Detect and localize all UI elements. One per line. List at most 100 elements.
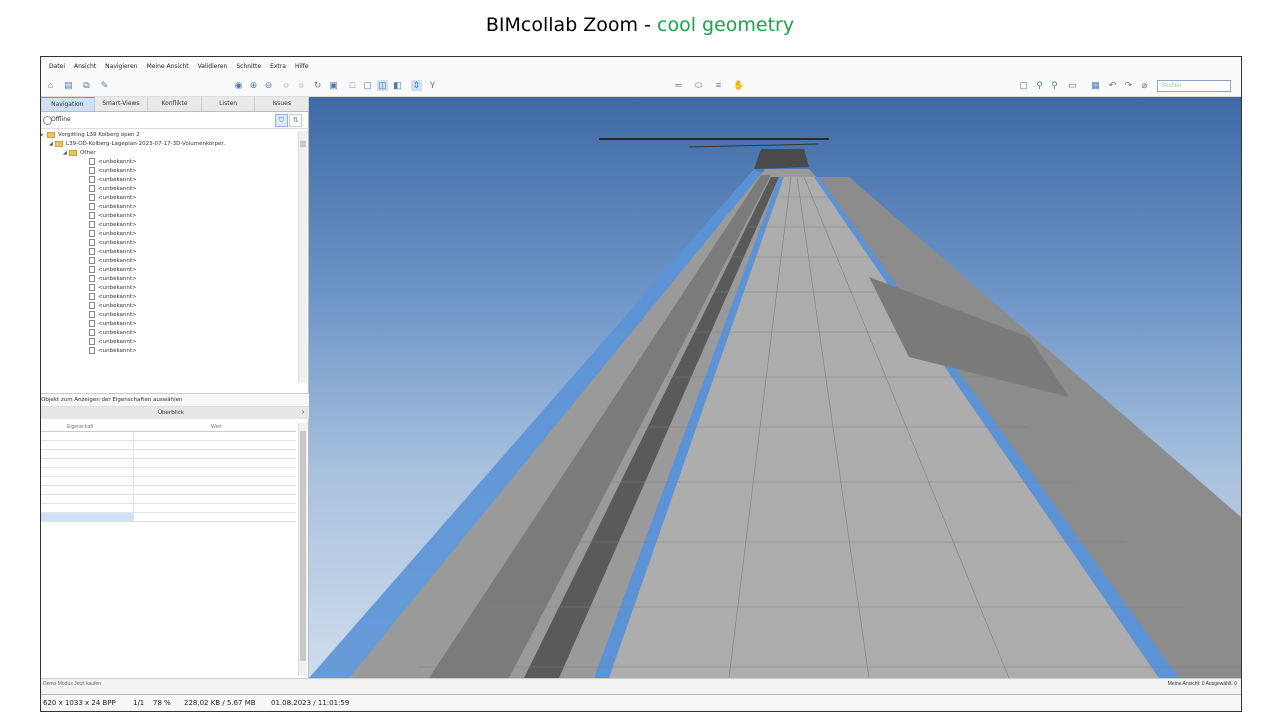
copy-view-icon[interactable]: ▢ <box>362 80 373 91</box>
tree-item[interactable]: <unbekannt> <box>89 167 137 176</box>
tab-listen[interactable]: Listen <box>202 97 256 111</box>
table-row[interactable] <box>41 486 296 495</box>
tree-item[interactable]: <unbekannt> <box>89 275 137 284</box>
tree-scroll-thumb[interactable] <box>300 141 306 147</box>
brush-icon[interactable]: ✎ <box>99 80 110 91</box>
branch-icon[interactable]: Y <box>427 80 438 91</box>
menu-datei[interactable]: Datei <box>49 63 65 70</box>
tree-item[interactable]: <unbekannt> <box>89 257 137 266</box>
line-style-icon[interactable]: ═ <box>673 80 684 91</box>
chevron-right-icon[interactable]: › <box>297 407 309 419</box>
undo-icon[interactable]: ↶ <box>1107 80 1118 91</box>
table-row[interactable] <box>41 477 296 486</box>
color-icon[interactable]: ≡ <box>713 80 724 91</box>
tab-issues[interactable]: Issues <box>255 97 309 111</box>
tree-project[interactable]: ▸ Vorgitting L39 Kolberg open 2 <box>41 131 140 140</box>
table-row[interactable] <box>41 468 296 477</box>
tree-item[interactable]: <unbekannt> <box>89 239 137 248</box>
tab-navigation[interactable]: Navigation <box>41 97 95 111</box>
tree-item[interactable]: <unbekannt> <box>89 230 137 239</box>
pan-icon[interactable]: ○ <box>296 80 307 91</box>
table-row[interactable] <box>41 495 296 504</box>
tree-item[interactable]: <unbekannt> <box>89 329 137 338</box>
properties-scrollbar[interactable] <box>298 423 307 676</box>
tree-item-label: <unbekannt> <box>98 213 137 219</box>
section-icon[interactable]: ◫ <box>377 80 388 91</box>
tree-item[interactable]: <unbekannt> <box>89 293 137 302</box>
zoom-out-icon[interactable]: ⊖ <box>263 80 274 91</box>
menu-validieren[interactable]: Validieren <box>198 63 228 70</box>
tree-item-label: <unbekannt> <box>98 177 137 183</box>
frame-icon[interactable]: ▢ <box>1018 80 1029 91</box>
tree-filter-icon[interactable]: ⛉ <box>275 114 288 127</box>
document-icon <box>89 311 95 318</box>
tree-item[interactable]: <unbekannt> <box>89 266 137 275</box>
menu-meine-ansicht[interactable]: Meine Ansicht <box>147 63 189 70</box>
tree-item[interactable]: <unbekannt> <box>89 302 137 311</box>
view-cube-icon[interactable]: ▣ <box>328 80 339 91</box>
box-view-icon[interactable]: □ <box>347 80 358 91</box>
cloud-icon <box>43 116 52 125</box>
tree-item[interactable]: <unbekannt> <box>89 185 137 194</box>
tree-item[interactable]: <unbekannt> <box>89 248 137 257</box>
search-input[interactable]: Suchen <box>1157 80 1231 92</box>
demo-mode-label[interactable]: Demo Modus Jetzt kaufen <box>43 679 101 690</box>
tree-item[interactable]: <unbekannt> <box>89 158 137 167</box>
tree-group[interactable]: ◢ Other <box>63 149 96 158</box>
table-row[interactable] <box>41 432 296 441</box>
tree-item[interactable]: <unbekannt> <box>89 284 137 293</box>
document-icon <box>89 347 95 354</box>
tree-item[interactable]: <unbekannt> <box>89 176 137 185</box>
3d-viewport[interactable] <box>309 97 1241 678</box>
properties-scroll-thumb[interactable] <box>300 431 306 661</box>
table-row[interactable] <box>41 513 296 522</box>
tag-icon[interactable]: ⌀ <box>1139 80 1150 91</box>
tree-model[interactable]: ◢ L39-OD-Kolberg-Lageplan-2023-07-17-3D-V… <box>49 140 225 149</box>
tree-item[interactable]: <unbekannt> <box>89 203 137 212</box>
clip-icon[interactable]: ◧ <box>392 80 403 91</box>
menu-hilfe[interactable]: Hilfe <box>295 63 309 70</box>
folder-icon <box>69 149 77 156</box>
hand-icon[interactable]: ✋ <box>733 80 744 91</box>
tree-scrollbar[interactable] <box>298 131 307 383</box>
table-row[interactable] <box>41 450 296 459</box>
fly-icon[interactable]: ⇕ <box>411 80 422 91</box>
rotate-icon[interactable]: ↻ <box>312 80 323 91</box>
menu-ansicht[interactable]: Ansicht <box>74 63 96 70</box>
folder-icon <box>47 131 55 138</box>
zoom-region-icon[interactable]: ⚲ <box>1049 80 1060 91</box>
tree-item[interactable]: <unbekannt> <box>89 311 137 320</box>
search-zoom-icon[interactable]: ⚲ <box>1034 80 1045 91</box>
fit-view-icon[interactable]: ◉ <box>233 80 244 91</box>
table-row[interactable] <box>41 441 296 450</box>
tree-model-label: L39-OD-Kolberg-Lageplan-2023-07-17-3D-Vo… <box>66 141 225 147</box>
col-wert: Wert <box>211 424 222 430</box>
shape-icon[interactable]: ⬭ <box>693 80 704 91</box>
selected-cell[interactable] <box>41 513 133 521</box>
tree-item[interactable]: <unbekannt> <box>89 194 137 203</box>
layers-icon[interactable]: ⧉ <box>81 80 92 91</box>
tab-ueberblick[interactable]: Überblick <box>41 407 301 419</box>
menu-schnitte[interactable]: Schnitte <box>236 63 261 70</box>
zoom-in-icon[interactable]: ⊕ <box>248 80 259 91</box>
table-row[interactable] <box>41 504 296 513</box>
tab-konflikte[interactable]: Konflikte <box>148 97 202 111</box>
tree-item-label: <unbekannt> <box>98 240 137 246</box>
page-icon[interactable]: ▭ <box>1067 80 1078 91</box>
tree-item[interactable]: <unbekannt> <box>89 212 137 221</box>
open-model-icon[interactable]: ⌂ <box>45 80 56 91</box>
tree-item[interactable]: <unbekannt> <box>89 221 137 230</box>
save-icon[interactable]: ▤ <box>63 80 74 91</box>
menu-navigieren[interactable]: Navigieren <box>105 63 137 70</box>
redo-icon[interactable]: ↷ <box>1123 80 1134 91</box>
tree-item[interactable]: <unbekannt> <box>89 347 137 356</box>
table-row[interactable] <box>41 459 296 468</box>
tree-sort-icon[interactable]: ⇅ <box>289 114 302 127</box>
tree-item-label: <unbekannt> <box>98 267 137 273</box>
tree-item[interactable]: <unbekannt> <box>89 338 137 347</box>
floppy-icon[interactable]: ▦ <box>1090 80 1101 91</box>
tab-smart-views[interactable]: Smart-Views <box>95 97 149 111</box>
tree-item[interactable]: <unbekannt> <box>89 320 137 329</box>
menu-extra[interactable]: Extra <box>270 63 286 70</box>
orbit-icon[interactable]: ○ <box>281 80 292 91</box>
